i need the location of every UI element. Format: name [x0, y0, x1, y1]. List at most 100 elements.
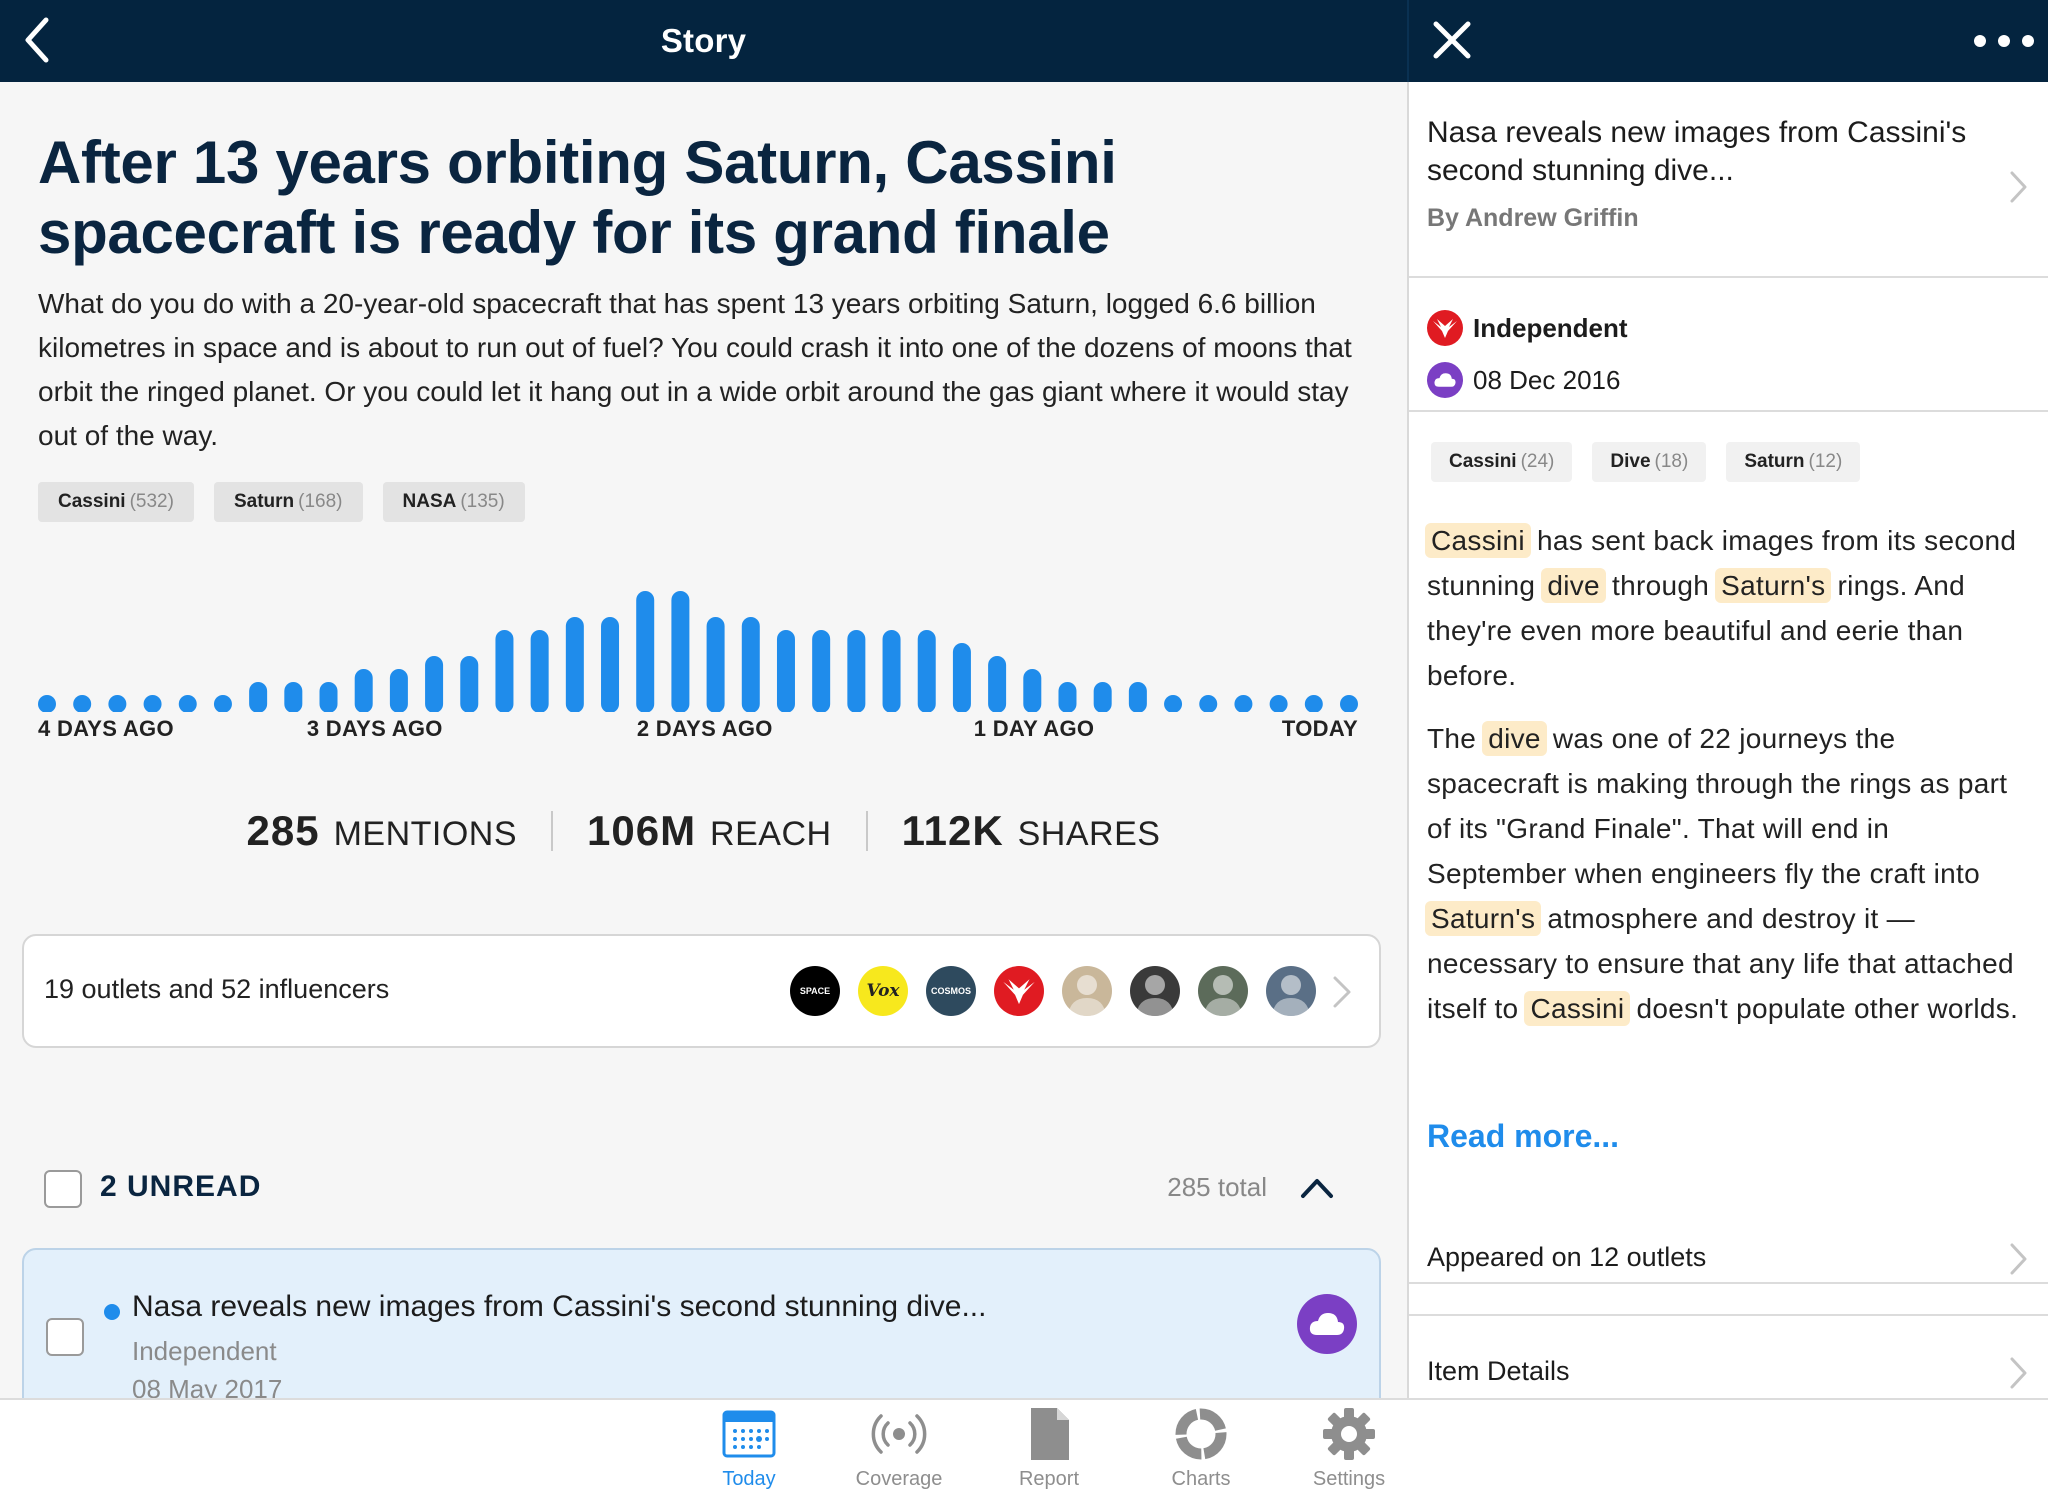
keyword-highlight: dive: [1482, 721, 1547, 756]
influencer-avatar-4: [1266, 966, 1316, 1016]
outlets-summary: 19 outlets and 52 influencers: [44, 974, 390, 1004]
tag-name: Cassini: [1449, 451, 1517, 472]
chart-bar: [601, 617, 620, 712]
tag-name: Cassini: [58, 491, 126, 512]
tab-today[interactable]: Today: [679, 1406, 819, 1491]
tab-label: Charts: [1171, 1468, 1231, 1490]
article-excerpt: Cassini has sent back images from its se…: [1425, 518, 2027, 1049]
cloud-icon: [1309, 1313, 1345, 1335]
tab-settings[interactable]: Settings: [1279, 1406, 1419, 1491]
tab-label: Settings: [1312, 1468, 1386, 1490]
keyword-highlight: Cassini: [1524, 991, 1631, 1026]
read-more-link[interactable]: Read more...: [1427, 1118, 1619, 1155]
article-title: Nasa reveals new images from Cassini's s…: [132, 1290, 987, 1323]
chart-bar: [776, 630, 795, 712]
article-date: 08 May 2017: [132, 1374, 283, 1400]
detail-navigation-bar: [1409, 0, 2048, 82]
independent-logo: [994, 966, 1044, 1016]
outlet-avatars: SPACE Vox COSMOS: [790, 966, 1316, 1016]
more-dot-icon: [1974, 35, 1986, 47]
tag-chip[interactable]: Cassini (532): [38, 482, 194, 522]
x-tick-label: 2 DAYS AGO: [636, 716, 773, 741]
vox-logo: Vox: [858, 966, 908, 1016]
tag-count: (135): [460, 491, 505, 512]
chart-bar: [1304, 695, 1323, 712]
outlets-card[interactable]: 19 outlets and 52 influencers SPACE Vox CO…: [22, 934, 1381, 1048]
excerpt-text: The: [1427, 723, 1485, 754]
article-source: Independent: [132, 1336, 277, 1366]
item-details-row[interactable]: Item Details: [1409, 1316, 2048, 1400]
close-button[interactable]: [1428, 16, 1476, 64]
keyword-highlight: Saturn's: [1715, 568, 1832, 603]
chart-bar: [636, 591, 655, 712]
more-dot-icon: [1998, 35, 2010, 47]
tag-chip[interactable]: Saturn (168): [213, 482, 363, 522]
influencer-avatar-2: [1130, 966, 1180, 1016]
article-detail-pane: Nasa reveals new images from Cassini's s…: [1409, 82, 2048, 1400]
chart-bar: [847, 630, 866, 712]
tag-count: (12): [1808, 451, 1843, 472]
stat-mentions: 285 MENTIONS: [213, 807, 551, 855]
chart-bar: [917, 630, 936, 712]
chevron-right-icon: [1333, 976, 1351, 1008]
cloud-badge-icon: [1297, 1294, 1357, 1354]
tag-chip[interactable]: Saturn (12): [1726, 442, 1861, 482]
story-pane: After 13 years orbiting Saturn, Cassini …: [0, 82, 1407, 1400]
tag-chip[interactable]: NASA (135): [382, 482, 525, 522]
chart-bar: [1058, 682, 1077, 712]
appeared-on-outlets-row[interactable]: Appeared on 12 outlets: [1409, 1202, 2048, 1316]
chart-bar: [1128, 682, 1147, 712]
source-row: Independent: [1427, 310, 1628, 346]
x-axis-labels: 4 DAYS AGO 3 DAYS AGO 2 DAYS AGO 1 DAY AGO T…: [38, 716, 1358, 756]
story-stats: 285 MENTIONS 106M REACH 112K SHARES: [0, 807, 1407, 855]
stat-label: SHARES: [1017, 815, 1161, 853]
article-checkbox[interactable]: [46, 1318, 84, 1356]
chart-bar: [284, 682, 303, 712]
select-all-checkbox[interactable]: [44, 1170, 82, 1208]
x-tick-label: 4 DAYS AGO: [38, 716, 174, 741]
chart-bar: [565, 617, 584, 712]
tag-count: (24): [1520, 451, 1555, 472]
ring-chart-icon: [1175, 1408, 1227, 1460]
broadcast-icon: [871, 1414, 927, 1454]
chart-bar: [1023, 669, 1042, 712]
tag-chip[interactable]: Cassini (24): [1431, 442, 1573, 482]
chevron-right-icon: [2010, 1243, 2027, 1275]
influencer-avatar-3: [1198, 966, 1248, 1016]
space-logo: SPACE: [790, 966, 840, 1016]
article-list-item[interactable]: Nasa reveals new images from Cassini's s…: [22, 1248, 1381, 1400]
stat-label: REACH: [710, 815, 832, 853]
item-details-label: Item Details: [1427, 1356, 1570, 1386]
navigation-bar: Story: [0, 0, 1407, 82]
chevron-up-icon[interactable]: [1297, 1168, 1337, 1208]
excerpt-text: doesn't populate other worlds.: [1628, 993, 2019, 1024]
story-title: After 13 years orbiting Saturn, Cassini …: [38, 129, 1117, 266]
tag-chip[interactable]: Dive (18): [1592, 442, 1707, 482]
tab-charts[interactable]: Charts: [1131, 1406, 1271, 1491]
unread-dot-icon: [104, 1304, 120, 1320]
calendar-icon: [722, 1410, 776, 1458]
chart-bar: [495, 630, 514, 712]
chart-bar: [425, 656, 444, 712]
detail-tags: Cassini (24) Dive (18) Saturn (12): [1431, 442, 1861, 482]
chart-bar: [952, 643, 971, 712]
unread-header: 2 UNREAD 285 total: [0, 1162, 1407, 1222]
keyword-highlight: dive: [1541, 568, 1606, 603]
document-icon: [1031, 1408, 1069, 1460]
excerpt-paragraph: The dive was one of 22 journeys the spac…: [1425, 716, 2027, 1031]
tab-coverage[interactable]: Coverage: [829, 1406, 969, 1491]
chart-bar: [706, 617, 725, 712]
tag-name: Saturn: [233, 491, 295, 512]
stat-value: 112K: [901, 807, 1004, 854]
tag-name: NASA: [402, 491, 457, 512]
tag-count: (18): [1654, 451, 1689, 472]
detail-headline[interactable]: Nasa reveals new images from Cassini's s…: [1409, 82, 2048, 278]
tab-report[interactable]: Report: [979, 1406, 1119, 1491]
chart-bar: [389, 669, 408, 712]
chart-bar: [988, 656, 1007, 712]
keyword-highlight: Saturn's: [1425, 901, 1542, 936]
more-options-button[interactable]: [1974, 26, 2034, 56]
influencer-avatar-1: [1062, 966, 1112, 1016]
tab-bar: Today Coverage Report Charts Settings: [0, 1398, 2048, 1496]
x-tick-label: 3 DAYS AGO: [306, 716, 443, 741]
